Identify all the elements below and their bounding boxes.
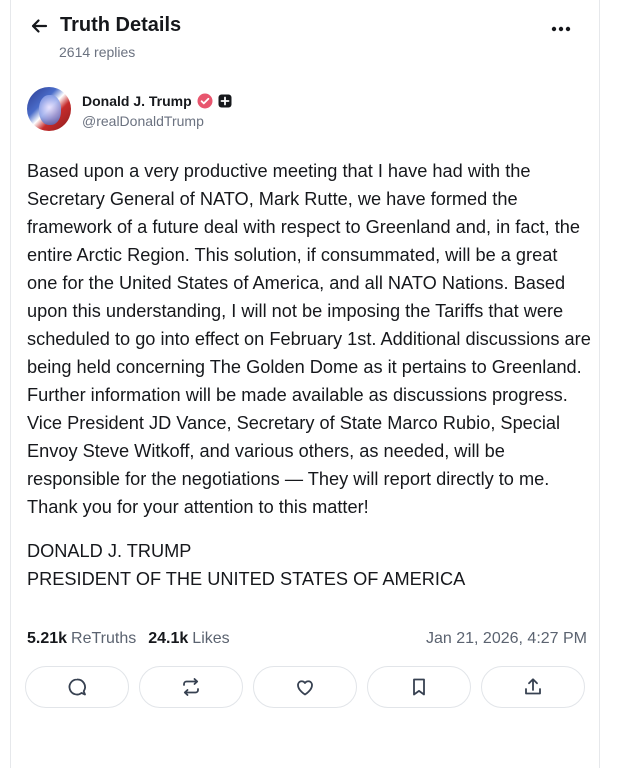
reply-icon	[68, 678, 86, 696]
retruth-button[interactable]	[139, 666, 243, 708]
signature-name: DONALD J. TRUMP	[27, 541, 192, 561]
post-timestamp: Jan 21, 2026, 4:27 PM	[426, 630, 587, 647]
more-options-icon[interactable]	[550, 20, 572, 38]
author-handle[interactable]: @realDonaldTrump	[82, 113, 232, 129]
author-block: Donald J. Trump @realDonaldTrump	[27, 87, 232, 131]
retruth-icon	[183, 678, 199, 696]
avatar[interactable]	[27, 87, 71, 131]
signature-title: PRESIDENT OF THE UNITED STATES OF AMERIC…	[27, 569, 466, 589]
post-text: Based upon a very productive meeting tha…	[27, 161, 591, 517]
like-button[interactable]	[253, 666, 357, 708]
bookmark-button[interactable]	[367, 666, 471, 708]
likes-count[interactable]: 24.1k	[148, 630, 188, 648]
share-icon	[525, 678, 541, 695]
action-bar	[25, 666, 595, 708]
page-title: Truth Details	[60, 14, 182, 36]
plus-badge-icon	[218, 94, 232, 108]
post-stats: 5.21k ReTruths 24.1k Likes Jan 21, 2026,…	[27, 630, 587, 648]
post-body: Based upon a very productive meeting tha…	[27, 157, 592, 593]
retruths-count[interactable]: 5.21k	[27, 630, 67, 648]
page-header: Truth Details	[28, 14, 181, 37]
author-name[interactable]: Donald J. Trump	[82, 93, 192, 109]
retruths-label[interactable]: ReTruths	[71, 630, 136, 648]
reply-count: 2614 replies	[59, 44, 136, 60]
verified-badge-icon	[197, 93, 213, 109]
reply-button[interactable]	[25, 666, 129, 708]
like-icon	[297, 680, 313, 696]
share-button[interactable]	[481, 666, 585, 708]
back-arrow-icon[interactable]	[28, 15, 50, 37]
bookmark-icon	[413, 678, 425, 696]
likes-label[interactable]: Likes	[192, 630, 229, 648]
